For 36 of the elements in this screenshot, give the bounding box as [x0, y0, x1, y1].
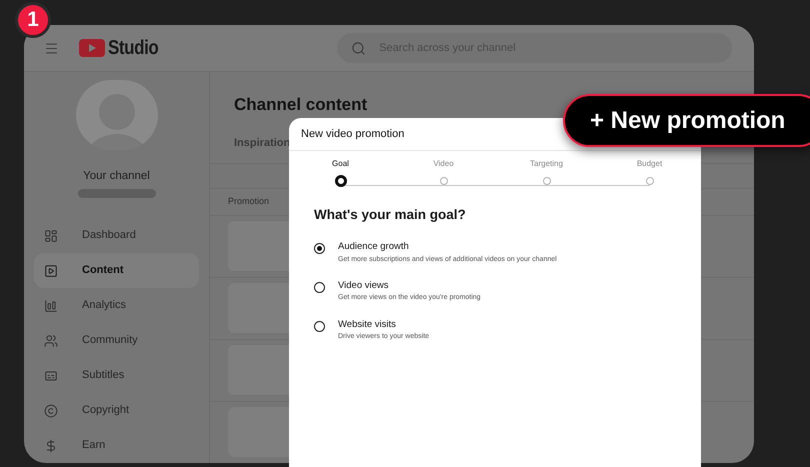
sidebar-item[interactable]: Dashboard — [34, 218, 199, 253]
sidebar-item[interactable]: Content — [34, 253, 199, 288]
nav-icon — [44, 228, 58, 242]
radio-button[interactable] — [314, 282, 325, 293]
stepper-step[interactable]: Budget — [598, 158, 701, 187]
sidebar-item[interactable]: Earn — [34, 428, 199, 463]
stepper-step[interactable]: Targeting — [495, 158, 598, 187]
nav-icon — [44, 264, 58, 278]
radio-button[interactable] — [314, 320, 325, 332]
nav-icon — [44, 334, 58, 348]
question-heading: What's your main goal? — [314, 206, 467, 224]
option-title: Website visits — [338, 318, 397, 332]
option-title: Audience growth — [338, 240, 410, 254]
logo-text: Studio — [108, 36, 158, 61]
nav-icon — [44, 438, 58, 452]
sidebar-item[interactable]: Copyright — [34, 393, 199, 428]
sidebar-item[interactable]: Community — [34, 323, 199, 358]
radio-button[interactable] — [314, 243, 325, 254]
nav-icon — [44, 368, 58, 382]
channel-name: Your channel — [83, 169, 150, 184]
content-tab[interactable]: Inspiration — [234, 132, 290, 154]
step-badge: 1 — [15, 2, 51, 38]
stepper-step[interactable]: Goal — [289, 158, 392, 187]
play-logo-icon — [79, 39, 105, 57]
page-title: Channel content — [234, 94, 368, 116]
column-header: Promotion — [228, 195, 270, 208]
stepper-step[interactable]: Video — [392, 158, 495, 187]
nav-icon — [44, 298, 58, 312]
sidebar-item[interactable]: Analytics — [34, 288, 199, 323]
menu-icon[interactable] — [44, 40, 59, 56]
option-title: Video views — [338, 279, 390, 293]
dialog-title: New video promotion — [301, 126, 404, 142]
sidebar-item[interactable]: Subtitles — [34, 358, 199, 393]
search-icon — [351, 40, 366, 56]
nav-icon — [44, 404, 58, 418]
new-promotion-callout: + New promotion — [563, 94, 810, 147]
